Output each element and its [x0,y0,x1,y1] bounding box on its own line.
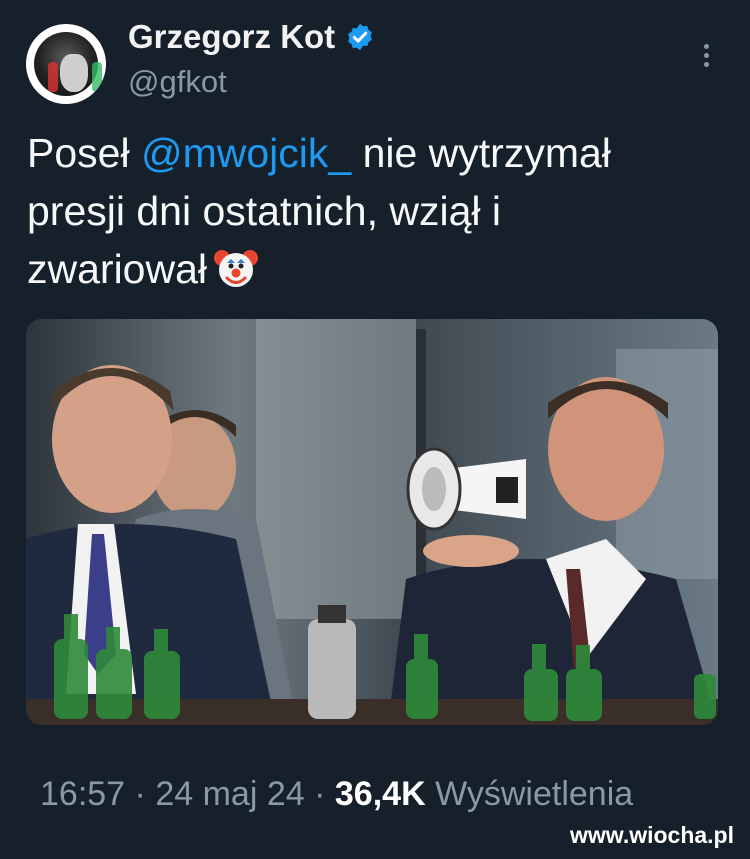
mention-link[interactable]: @mwojcik_ [141,130,351,176]
watermark: www.wiocha.pl [570,822,734,848]
tweet-photo[interactable] [26,319,718,725]
tweet-meta: 16:57 · 24 maj 24 · 36,4K Wyświetlenia [40,775,633,814]
tweet-time[interactable]: 16:57 [40,775,125,813]
tweet-text-line: zwariował [27,246,207,292]
views-count: 36,4K [334,775,426,813]
author-handle[interactable]: @gfkot [128,64,227,100]
tweet-text-part: Poseł [27,130,141,176]
more-options-icon[interactable] [698,40,714,76]
tweet-text-line: presji dni ostatnich, wziął i [27,188,501,234]
clown-face-icon [213,245,259,306]
avatar[interactable] [26,24,106,104]
avatar-image [34,32,102,96]
tweet-text: Poseł @mwojcik_ nie wytrzymał presji dni… [27,124,717,306]
meta-separator: · [314,775,326,813]
tweet-text-part: nie wytrzymał [351,130,611,176]
photo-illustration [26,319,718,725]
author-name[interactable]: Grzegorz Kot [128,18,335,56]
verified-badge-icon [348,23,373,51]
meta-separator: · [134,775,146,813]
author-row: Grzegorz Kot [128,18,375,56]
tweet-date[interactable]: 24 maj 24 [155,775,304,813]
views-label[interactable]: Wyświetlenia [435,775,633,813]
